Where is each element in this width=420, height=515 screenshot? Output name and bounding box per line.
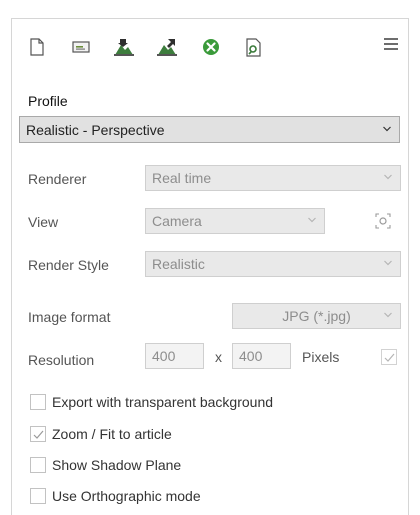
renderer-select[interactable]: Real time — [145, 165, 401, 191]
hamburger-menu-icon[interactable] — [384, 38, 398, 52]
checkmark-icon — [384, 353, 395, 362]
option-zoom-fit[interactable]: Zoom / Fit to article — [30, 426, 172, 442]
checkbox[interactable] — [30, 457, 46, 473]
resolution-label: Resolution — [28, 352, 95, 368]
resolution-separator: x — [215, 349, 222, 365]
lock-aspect-checkbox[interactable] — [381, 349, 397, 365]
chevron-down-icon — [383, 126, 391, 131]
view-select-value: Camera — [152, 213, 202, 229]
document-search-icon[interactable] — [242, 35, 266, 59]
checkbox[interactable] — [30, 426, 46, 442]
option-label: Show Shadow Plane — [52, 457, 182, 473]
profile-select-value: Realistic - Perspective — [26, 121, 165, 138]
cancel-icon[interactable] — [199, 35, 223, 59]
resolution-unit-label: Pixels — [302, 349, 340, 365]
export-image-alt-icon[interactable] — [155, 35, 179, 59]
chevron-down-icon — [384, 260, 392, 266]
image-format-select-value: JPG (*.jpg) — [282, 308, 351, 324]
chevron-down-icon — [384, 174, 392, 180]
option-transparent-background[interactable]: Export with transparent background — [30, 394, 273, 410]
render-style-select-value: Realistic — [152, 256, 205, 272]
profile-label: Profile — [28, 93, 68, 109]
image-format-select[interactable]: JPG (*.jpg) — [232, 303, 401, 329]
image-format-label: Image format — [28, 309, 111, 325]
render-style-label: Render Style — [28, 257, 109, 273]
option-shadow-plane[interactable]: Show Shadow Plane — [30, 457, 181, 473]
new-document-icon[interactable] — [25, 35, 49, 59]
renderer-label: Renderer — [28, 171, 87, 187]
view-label: View — [28, 214, 59, 230]
checkbox[interactable] — [30, 488, 46, 504]
checkmark-icon — [33, 430, 44, 439]
resolution-width-input[interactable]: 400 — [145, 343, 204, 369]
export-image-panel: Profile Realistic - Perspective Renderer… — [11, 18, 409, 515]
profile-select[interactable]: Realistic - Perspective — [19, 116, 400, 143]
renderer-select-value: Real time — [152, 170, 212, 186]
option-label: Zoom / Fit to article — [52, 426, 172, 442]
export-image-icon[interactable] — [112, 35, 136, 59]
option-label: Export with transparent background — [52, 394, 274, 410]
camera-target-icon[interactable] — [375, 213, 391, 229]
render-style-select[interactable]: Realistic — [145, 251, 401, 277]
checkbox[interactable] — [30, 394, 46, 410]
resolution-height-input[interactable]: 400 — [232, 343, 291, 369]
option-label: Use Orthographic mode — [52, 488, 201, 504]
toolbar — [12, 19, 408, 75]
render-region-icon[interactable] — [69, 35, 93, 59]
view-select[interactable]: Camera — [145, 208, 325, 234]
chevron-down-icon — [308, 217, 316, 223]
chevron-down-icon — [384, 312, 392, 318]
option-orthographic[interactable]: Use Orthographic mode — [30, 488, 201, 504]
